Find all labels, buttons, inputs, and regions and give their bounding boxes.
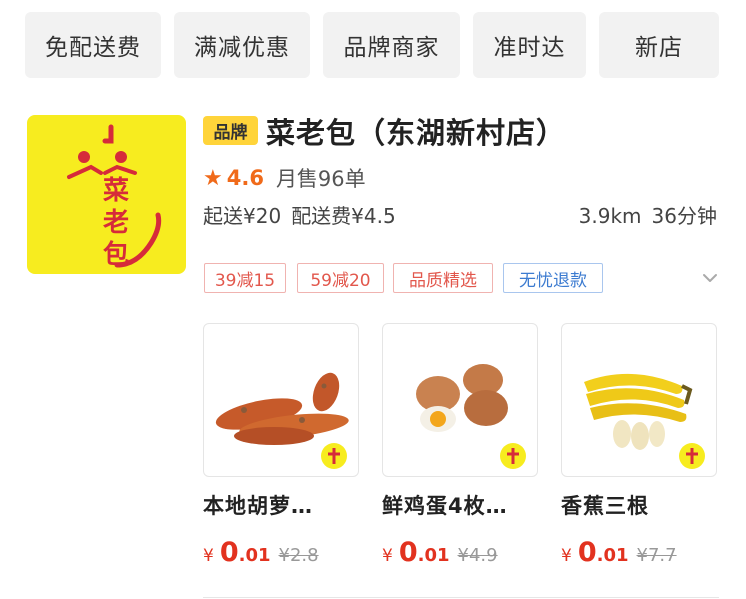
rating-row: ★ 4.6 月售96单 bbox=[203, 163, 366, 193]
sale-price-decimal: .01 bbox=[238, 545, 271, 566]
rating-score: 4.6 bbox=[226, 166, 264, 190]
sale-price: 0 bbox=[219, 537, 239, 568]
filter-new-store[interactable]: 新店 bbox=[599, 12, 719, 78]
filter-brand-merchant[interactable]: 品牌商家 bbox=[323, 12, 460, 78]
sale-price: 0 bbox=[577, 537, 597, 568]
distance: 3.9km bbox=[578, 204, 642, 228]
promo-tag: 39减15 bbox=[204, 263, 286, 293]
monthly-sales: 月售96单 bbox=[275, 167, 366, 191]
delivery-time: 36分钟 bbox=[651, 204, 717, 228]
promo-tag: 无忧退款 bbox=[503, 263, 603, 293]
currency-symbol: ¥ bbox=[203, 546, 214, 566]
brand-badge: 品牌 bbox=[203, 116, 258, 145]
divider bbox=[203, 597, 719, 598]
promo-tag: 59减20 bbox=[297, 263, 384, 293]
product-card[interactable]: 本地胡萝… ¥ 0 .01 ¥2.8 bbox=[203, 323, 359, 568]
product-card[interactable]: 鲜鸡蛋4枚… ¥ 0 .01 ¥4.9 bbox=[382, 323, 538, 568]
shop-logo[interactable]: 菜老包 bbox=[27, 115, 186, 274]
sale-price-decimal: .01 bbox=[417, 545, 450, 566]
sale-price-decimal: .01 bbox=[596, 545, 629, 566]
product-name: 本地胡萝… bbox=[203, 494, 313, 518]
eggs-image[interactable] bbox=[382, 323, 538, 477]
delivery-fee: 配送费¥4.5 bbox=[291, 204, 396, 228]
price-row: ¥ 0 .01 ¥4.9 bbox=[382, 537, 538, 568]
distance-row: 3.9km 36分钟 bbox=[579, 200, 717, 229]
filter-discount[interactable]: 满减优惠 bbox=[174, 12, 310, 78]
filter-free-delivery[interactable]: 免配送费 bbox=[25, 12, 161, 78]
original-price: ¥2.8 bbox=[278, 545, 319, 566]
price-row: ¥ 0 .01 ¥7.7 bbox=[561, 537, 717, 568]
banana-image[interactable] bbox=[561, 323, 717, 477]
currency-symbol: ¥ bbox=[561, 546, 572, 566]
product-card[interactable]: 香蕉三根 ¥ 0 .01 ¥7.7 bbox=[561, 323, 717, 568]
carrot-image[interactable] bbox=[203, 323, 359, 477]
price-row: ¥ 0 .01 ¥2.8 bbox=[203, 537, 359, 568]
product-name: 香蕉三根 bbox=[561, 494, 649, 518]
sale-price: 0 bbox=[398, 537, 418, 568]
original-price: ¥7.7 bbox=[636, 545, 677, 566]
logo-text: 菜老包 bbox=[103, 176, 130, 270]
original-price: ¥4.9 bbox=[457, 545, 498, 566]
chevron-down-icon[interactable] bbox=[700, 268, 720, 288]
promo-tag: 品质精选 bbox=[393, 263, 493, 293]
shop-name[interactable]: 菜老包（东湖新村店） bbox=[266, 110, 566, 152]
filter-bar: 免配送费 满减优惠 品牌商家 准时达 新店 bbox=[25, 12, 719, 78]
min-order: 起送¥20 bbox=[203, 204, 282, 228]
filter-on-time[interactable]: 准时达 bbox=[473, 12, 586, 78]
currency-symbol: ¥ bbox=[382, 546, 393, 566]
star-icon: ★ bbox=[203, 165, 223, 191]
fees-row: 起送¥20 配送费¥4.5 bbox=[203, 200, 396, 229]
product-name: 鲜鸡蛋4枚… bbox=[382, 494, 508, 518]
